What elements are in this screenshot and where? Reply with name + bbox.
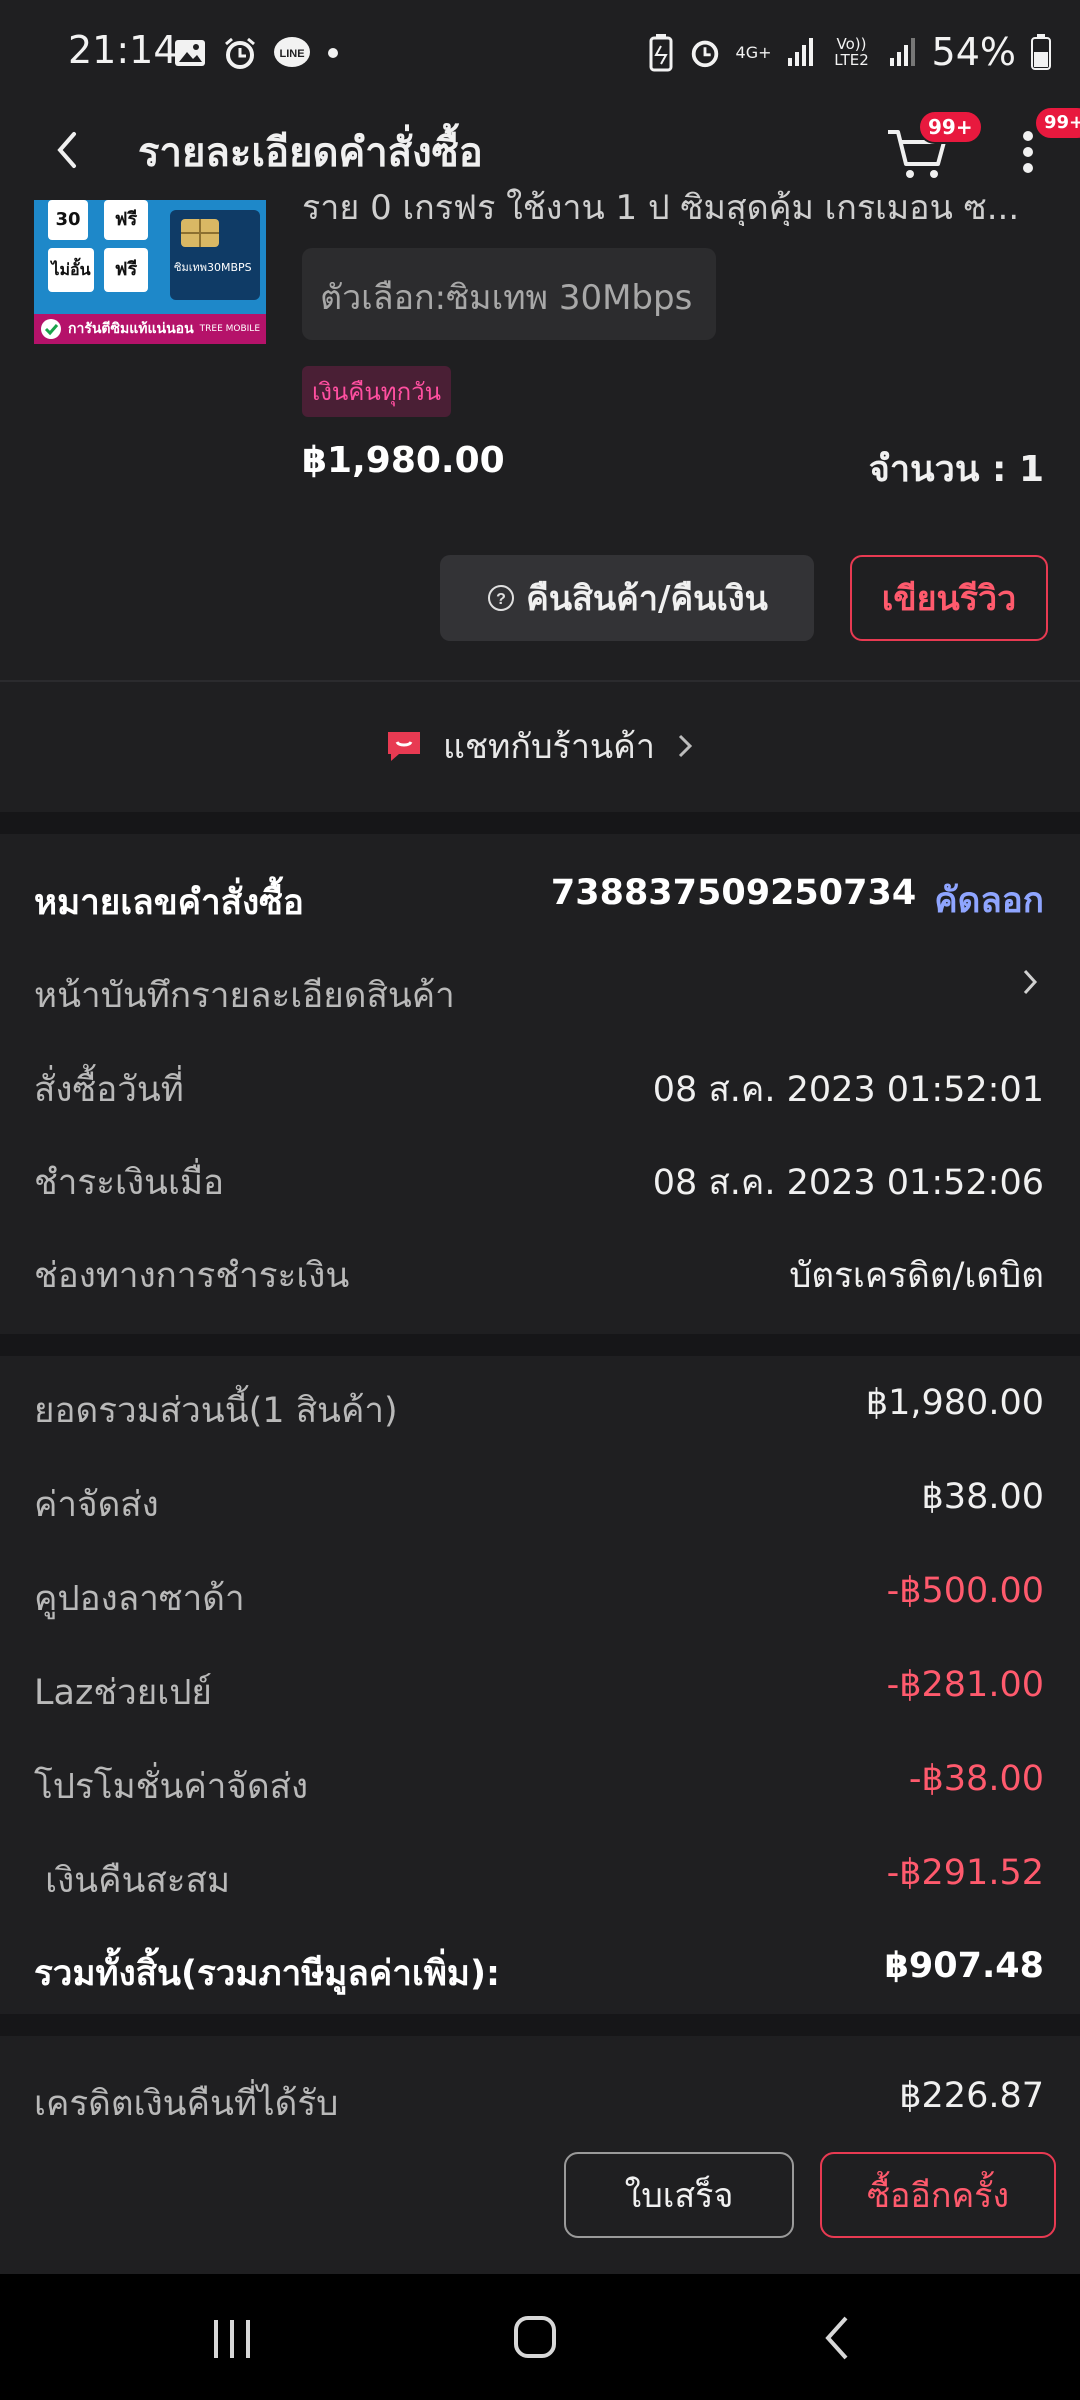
order-number-value: 738837509250734 [550,873,917,913]
payment-date-label: ชำระเงินเมื่อ [34,1163,225,1203]
buy-again-label: ซื้ออีกครั้ง [866,2176,1010,2216]
product-title[interactable]: ราย 0 เกรฟร ใช้งาน 1 ป ซิมสุดคุ้ม เกรเมอ… [302,180,1042,226]
laz-subsidy-label: Lazช่วยเปย์ [34,1673,212,1713]
return-refund-label: คืนสินค้า/คืนเงิน [526,579,768,619]
sim-chip-icon [181,219,219,247]
back-nav-icon[interactable] [822,2314,852,2362]
payment-date-value: 08 ส.ค. 2023 01:52:06 [652,1163,1044,1203]
signal-icon [787,38,813,66]
shipping-fee-value: ฿38.00 [921,1477,1044,1517]
grand-total-label: รวมทั้งสิ้น(รวมภาษีมูลค่าเพิ่ม): [34,1954,500,1994]
signal-2-icon [889,38,915,66]
thumb-banner-text: การันตีซิมแท้แน่นอน [68,321,194,337]
thumb-box-1b: ฟรี [104,200,148,240]
order-number-row: 738837509250734 คัดลอก [551,873,1044,928]
network-type: 4G+ [735,42,772,62]
subtotal-label: ยอดรวมส่วนนี้(1 สินค้า) [34,1391,398,1431]
line-app-icon: LINE [274,37,310,67]
section-gap [0,2014,1080,2036]
cashback-tag: เงินคืนทุกวัน [302,366,452,417]
more-vertical-icon [1023,131,1033,173]
more-notifications-dot-icon [328,48,338,58]
chevron-right-icon[interactable] [1020,965,1040,999]
alarm-icon [225,37,255,69]
chevron-right-icon [678,734,693,758]
battery-percent: 54% [931,30,1016,74]
alarm-status-icon [691,40,718,68]
write-review-button[interactable]: เขียนรีวิว [850,555,1048,641]
return-refund-button[interactable]: ? คืนสินค้า/คืนเงิน [440,555,814,641]
clock-time: 21:14 [68,28,178,72]
order-date-label: สั่งซื้อวันที่ [34,1070,184,1110]
check-badge-icon [41,319,61,339]
home-icon[interactable] [512,2314,558,2360]
sim-label: ซิมเทพ30MBPS [174,261,252,274]
thumb-banner: การันตีซิมแท้แน่นอน TREE MOBILE [34,314,266,344]
thumb-box-1a: 30 [48,200,88,240]
payment-method-value: บัตรเครดิต/เดบิต [789,1256,1044,1296]
shipping-promo-label: โปรโมชั่นค่าจัดส่ง [34,1767,309,1807]
laz-subsidy-value: -฿281.00 [886,1665,1044,1705]
section-gap [0,1334,1080,1356]
voucher-label: คูปองลาซาด้า [34,1579,245,1619]
payment-method-label: ช่องทางการชำระเงิน [34,1256,350,1296]
status-notification-icons: LINE [172,28,340,78]
product-quantity: จำนวน : 1 [868,449,1044,490]
more-menu-button[interactable]: 99+ [1006,106,1080,186]
battery-icon [1031,34,1051,70]
voucher-value: -฿500.00 [886,1571,1044,1611]
subtotal-value: ฿1,980.00 [865,1383,1044,1423]
buy-again-button[interactable]: ซื้ออีกครั้ง [820,2152,1056,2238]
sim-card-image: ซิมเทพ30MBPS [170,210,260,300]
system-navigation-bar [0,2274,1080,2400]
chat-icon [387,732,420,761]
svg-text:?: ? [496,591,506,608]
page-title: รายละเอียดคำสั่งซื้อ [138,130,483,176]
menu-count-badge: 99+ [1034,106,1080,140]
copy-order-number-link[interactable]: คัดลอก [934,873,1044,928]
thumb-brand: TREE MOBILE [199,324,261,334]
svg-text:LINE: LINE [279,48,304,60]
chat-with-store-button[interactable]: แชทกับร้านค้า [0,682,1080,810]
write-review-label: เขียนรีวิว [881,579,1017,619]
accumulated-cashback-label: เงินคืนสะสม [34,1861,231,1901]
receipt-button[interactable]: ใบเสร็จ [564,2152,794,2238]
shipping-promo-value: -฿38.00 [908,1759,1044,1799]
cart-button[interactable]: 99+ [884,110,983,186]
order-number-label: หมายเลขคำสั่งซื้อ [34,883,304,923]
battery-saver-icon [649,34,673,72]
product-thumbnail[interactable]: 30 ฟรี ไม่อั้น ฟรี ซิมเทพ30MBPS การันตีซ… [34,200,266,344]
recent-apps-icon[interactable] [210,2318,254,2360]
section-gap [0,812,1080,834]
shipping-fee-label: ค่าจัดส่ง [34,1485,159,1525]
thumb-box-2a: ไม่อั้น [48,248,94,292]
help-circle-icon: ? [488,585,515,611]
accumulated-cashback-value: -฿291.52 [886,1853,1044,1893]
grand-total-value: ฿907.48 [884,1946,1044,1986]
status-bar: 21:14 LINE 4G+ Vo)) LTE2 54% [0,0,1080,100]
status-system-icons: 4G+ Vo)) LTE2 54% [648,24,1052,80]
chat-label: แชทกับร้านค้า [442,727,655,767]
cashback-credit-label: เครดิตเงินคืนที่ได้รับ [34,2084,339,2124]
volte-indicator: Vo)) LTE2 [834,35,869,69]
cart-count-badge: 99+ [918,110,983,144]
thumb-box-2b: ฟรี [104,248,148,292]
gallery-icon [175,40,205,66]
product-variant: ตัวเลือก:ซิมเทพ 30Mbps [320,278,693,318]
receipt-label: ใบเสร็จ [624,2176,734,2216]
cashback-credit-value: ฿226.87 [899,2076,1044,2116]
product-price: ฿1,980.00 [302,440,505,481]
product-snapshot-link[interactable]: หน้าบันทึกรายละเอียดสินค้า [34,968,455,1023]
back-arrow-icon[interactable] [52,128,82,172]
order-date-value: 08 ส.ค. 2023 01:52:01 [652,1070,1044,1110]
